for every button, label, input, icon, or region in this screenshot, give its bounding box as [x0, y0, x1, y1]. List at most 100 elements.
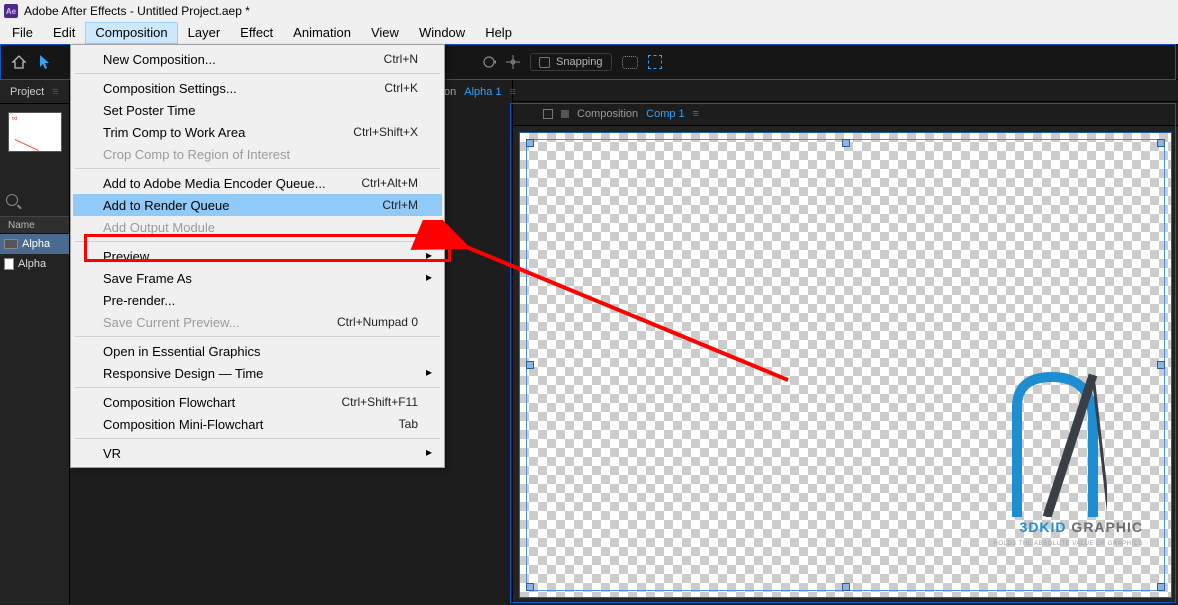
file-icon	[4, 258, 14, 270]
menu-item-shortcut: Ctrl+Numpad 0	[337, 315, 418, 329]
viewer-tab-name[interactable]: Comp 1	[646, 108, 685, 120]
home-icon[interactable]	[8, 51, 30, 73]
menu-item[interactable]: Add to Render Queue Ctrl+M	[73, 194, 442, 216]
menu-item[interactable]: Trim Comp to Work Area Ctrl+Shift+X	[73, 121, 442, 143]
menu-item[interactable]: Set Poster Time	[73, 99, 442, 121]
project-search[interactable]	[0, 188, 69, 212]
project-column-name: Name	[8, 220, 35, 231]
project-panel-tab[interactable]: Project ≡	[0, 80, 69, 104]
snapping-label: Snapping	[556, 56, 603, 68]
transform-handle[interactable]	[842, 139, 850, 147]
snapping-toggle[interactable]: Snapping	[530, 53, 612, 71]
menu-item-label: VR	[103, 446, 121, 461]
project-item[interactable]: Alpha	[0, 234, 69, 254]
viewer-toggle-icon[interactable]	[543, 109, 553, 119]
menu-separator	[75, 168, 440, 169]
menu-composition[interactable]: Composition	[85, 22, 177, 44]
menu-item-shortcut: Ctrl+K	[384, 81, 418, 95]
footage-tab-name: Alpha 1	[464, 86, 501, 98]
snapping-checkbox-icon[interactable]	[539, 57, 550, 68]
menu-item-shortcut: Ctrl+M	[382, 198, 418, 212]
menu-item-shortcut: Ctrl+Shift+F11	[342, 395, 418, 409]
menu-item[interactable]: Composition Settings... Ctrl+K	[73, 77, 442, 99]
transform-handle[interactable]	[842, 583, 850, 591]
menu-effect[interactable]: Effect	[230, 22, 283, 44]
menu-item: Save Current Preview... Ctrl+Numpad 0	[73, 311, 442, 333]
transform-handle[interactable]	[526, 583, 534, 591]
menu-help[interactable]: Help	[475, 22, 522, 44]
transform-handle[interactable]	[1157, 139, 1165, 147]
menu-separator	[75, 387, 440, 388]
selection-tool-icon[interactable]	[34, 51, 56, 73]
menu-window[interactable]: Window	[409, 22, 475, 44]
menu-item-label: Crop Comp to Region of Interest	[103, 147, 290, 162]
menu-item[interactable]: Add to Adobe Media Encoder Queue...Ctrl+…	[73, 172, 442, 194]
menu-item[interactable]: Composition Flowchart Ctrl+Shift+F11	[73, 391, 442, 413]
menu-item-label: Composition Flowchart	[103, 395, 235, 410]
menu-item[interactable]: Preview	[73, 245, 442, 267]
rotate-tool-icon[interactable]	[482, 55, 496, 69]
menu-item-label: Save Frame As	[103, 271, 192, 286]
menu-item-label: Add to Render Queue	[103, 198, 229, 213]
viewer-tab-prefix: Composition	[577, 108, 638, 120]
menu-item-label: Composition Settings...	[103, 81, 237, 96]
canvas-logo: 3DKID GRAPHIC HOLDS THE ABSOLUTE VALUE O…	[943, 353, 1143, 553]
menu-item[interactable]: Responsive Design — Time	[73, 362, 442, 384]
menu-item[interactable]: New Composition...Ctrl+N	[73, 48, 442, 70]
menu-separator	[75, 438, 440, 439]
menu-item-shortcut: Ctrl+Shift+X	[353, 125, 418, 139]
menu-item[interactable]: Composition Mini-FlowchartTab	[73, 413, 442, 435]
menubar: FileEditCompositionLayerEffectAnimationV…	[0, 22, 1178, 44]
window-titlebar: Ae Adobe After Effects - Untitled Projec…	[0, 0, 1178, 22]
menu-item[interactable]: Pre-render...	[73, 289, 442, 311]
window-title: Adobe After Effects - Untitled Project.a…	[24, 4, 250, 18]
footage-tab[interactable]: on Alpha 1 ≡	[444, 80, 516, 104]
menu-item[interactable]: Open in Essential Graphics	[73, 340, 442, 362]
menu-item-shortcut: Ctrl+N	[384, 52, 418, 66]
transform-handle[interactable]	[1157, 361, 1165, 369]
marquee-icon[interactable]	[648, 55, 662, 69]
composition-icon	[4, 239, 18, 249]
menu-separator	[75, 336, 440, 337]
menu-view[interactable]: View	[361, 22, 409, 44]
transform-handle[interactable]	[526, 139, 534, 147]
anchor-tool-icon[interactable]	[506, 55, 520, 69]
footage-tab-suffix: on	[444, 86, 456, 98]
viewer-tab-menu-icon[interactable]: ≡	[693, 108, 699, 120]
project-tab-menu-icon[interactable]: ≡	[52, 86, 58, 98]
lasso-icon[interactable]	[622, 56, 638, 69]
menu-item[interactable]: Save Frame As	[73, 267, 442, 289]
logo-mark-icon	[997, 367, 1107, 517]
logo-subtext: HOLDS THE ABSOLUTE VALUE OF GRAPHICS	[994, 541, 1143, 547]
project-item-label: Alpha	[18, 258, 46, 270]
menu-item-label: Open in Essential Graphics	[103, 344, 261, 359]
project-tab-label: Project	[10, 86, 44, 98]
footage-tab-menu-icon[interactable]: ≡	[510, 86, 516, 98]
menu-item-shortcut: Tab	[399, 417, 418, 431]
transform-handle[interactable]	[1157, 583, 1165, 591]
menu-edit[interactable]: Edit	[43, 22, 85, 44]
menu-animation[interactable]: Animation	[283, 22, 361, 44]
menu-item-label: Trim Comp to Work Area	[103, 125, 245, 140]
composition-viewer-panel: Composition Comp 1 ≡	[512, 80, 1178, 604]
menu-item[interactable]: VR	[73, 442, 442, 464]
viewer-stage[interactable]: 3DKID GRAPHIC HOLDS THE ABSOLUTE VALUE O…	[513, 126, 1178, 604]
logo-text: 3DKID GRAPHIC	[1020, 519, 1143, 535]
menu-file[interactable]: File	[2, 22, 43, 44]
menu-item-label: Pre-render...	[103, 293, 175, 308]
viewer-layer-icon[interactable]	[561, 110, 569, 118]
composition-menu-dropdown: New Composition...Ctrl+N Composition Sett…	[70, 44, 445, 468]
menu-separator	[75, 73, 440, 74]
menu-item-label: Responsive Design — Time	[103, 366, 263, 381]
menu-layer[interactable]: Layer	[178, 22, 231, 44]
project-item[interactable]: Alpha	[0, 254, 69, 274]
project-column-header[interactable]: Name	[0, 216, 69, 234]
project-item-label: Alpha	[22, 238, 50, 250]
search-icon	[6, 194, 18, 206]
menu-separator	[75, 241, 440, 242]
transform-handle[interactable]	[526, 361, 534, 369]
menu-item-label: Save Current Preview...	[103, 315, 240, 330]
project-thumbnail[interactable]: txt	[8, 112, 62, 152]
app-logo-icon: Ae	[4, 4, 18, 18]
project-panel: Project ≡ txt Name Alpha Alpha	[0, 80, 70, 604]
